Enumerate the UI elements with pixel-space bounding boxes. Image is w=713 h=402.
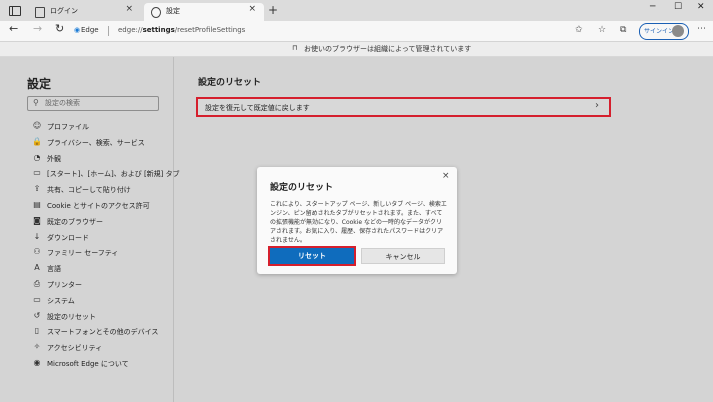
url-path: /resetProfileSettings (174, 26, 246, 34)
close-window-button[interactable]: ✕ (697, 2, 705, 12)
share-icon: ⇪ (33, 184, 41, 194)
tab-login[interactable]: ログイン × (28, 3, 141, 21)
system-icon: ▭ (33, 294, 41, 304)
sidebar-item[interactable]: ↺ 設定のリセット (32, 310, 170, 324)
sidebar-item[interactable]: ▭ システム (32, 294, 170, 308)
sidebar-item[interactable]: ◉ Microsoft Edge について (32, 357, 170, 371)
site-identity-label: Edge (81, 26, 99, 34)
appearance-icon: ◔ (33, 152, 41, 162)
sidebar-item[interactable]: 🔒 プライバシー、検索、サービス (32, 136, 170, 150)
dialog-title: 設定のリセット (270, 183, 334, 193)
phone-icon: ▯ (34, 326, 40, 336)
sidebar-item[interactable]: A 言語 (32, 262, 170, 276)
edge-logo-icon: ◉ (74, 26, 81, 34)
gear-icon (151, 7, 161, 18)
sidebar-item-label: Cookie とサイトのアクセス許可 (47, 202, 150, 210)
address-divider (108, 26, 109, 36)
lock-icon: 🔒 (32, 136, 42, 146)
sidebar-item[interactable]: ✧ アクセシビリティ (32, 341, 170, 355)
dialog-message: これにより、スタートアップ ページ、新しいタブ ページ、検索エンジン、ピン留めさ… (270, 201, 447, 244)
sidebar-item-label: ファミリー セーフティ (47, 249, 119, 258)
managed-notice[interactable]: お使いのブラウザーは組織によって管理されています (304, 44, 471, 54)
sidebar-item-label: 共有、コピーして貼り付け (47, 186, 131, 195)
maximize-button[interactable]: ☐ (674, 2, 682, 12)
forward-button[interactable]: → (33, 22, 42, 35)
sidebar-item-label: プリンター (47, 281, 82, 289)
sidebar-item-label: アクセシビリティ (47, 344, 103, 353)
person-icon: ☺ (32, 121, 42, 130)
section-title: 設定のリセット (198, 78, 262, 88)
family-icon: ⚇ (33, 247, 41, 257)
sidebar-item-label: システム (47, 296, 75, 305)
site-permissions-icon: ▤ (33, 200, 41, 209)
close-icon[interactable]: × (442, 171, 450, 181)
tab-actions-icon[interactable] (9, 6, 21, 16)
sidebar-item[interactable]: ◙ 既定のブラウザー (32, 215, 170, 229)
cancel-button[interactable]: キャンセル (361, 248, 445, 264)
url-scheme: edge:// (118, 26, 143, 34)
sidebar-item[interactable]: ↓ ダウンロード (32, 231, 170, 245)
new-tab-button[interactable]: + (268, 3, 278, 17)
home-tab-icon: ▭ (33, 168, 41, 178)
search-input[interactable] (45, 97, 145, 109)
reset-icon: ↺ (33, 310, 41, 320)
briefcase-icon: ⊓ (292, 44, 298, 52)
signin-label: サインイン (644, 28, 675, 35)
read-aloud-icon[interactable]: ✩ (575, 25, 583, 35)
sidebar-item-label: 外観 (47, 154, 61, 163)
sidebar-item[interactable]: ☺ プロファイル (32, 120, 170, 134)
sidebar-item-label: 言語 (47, 265, 61, 274)
back-button[interactable]: ← (9, 22, 18, 35)
restore-defaults-row[interactable]: 設定を復元して既定値に戻します › (196, 97, 611, 117)
more-menu-icon[interactable]: ⋯ (697, 24, 706, 34)
sidebar-item[interactable]: ▤ Cookie とサイトのアクセス許可 (32, 199, 170, 213)
search-icon: ⚲ (33, 98, 39, 107)
sidebar-item-label: 設定のリセット (47, 312, 96, 321)
sidebar-item-label: プライバシー、検索、サービス (47, 138, 145, 147)
sidebar-item-label: プロファイル (47, 123, 89, 131)
restore-defaults-label: 設定を復元して既定値に戻します (205, 104, 310, 112)
chevron-right-icon: › (595, 100, 599, 111)
sidebar-item-label: ダウンロード (47, 233, 89, 242)
sidebar-item[interactable]: ▭ [スタート]、[ホーム]、および [新規] タブ (32, 167, 179, 181)
avatar[interactable] (672, 25, 684, 37)
accessibility-icon: ✧ (33, 342, 41, 352)
default-browser-icon: ◙ (33, 215, 41, 225)
sidebar-item-label: 既定のブラウザー (47, 217, 103, 226)
sidebar-item[interactable]: ▯ スマートフォンとその他のデバイス (32, 325, 170, 339)
sidebar-item-label: Microsoft Edge について (47, 360, 129, 368)
close-icon[interactable]: × (125, 4, 133, 14)
sidebar-item[interactable]: ⎙ プリンター (32, 278, 170, 292)
tab-settings[interactable]: 設定 × (144, 3, 264, 21)
close-icon[interactable]: × (248, 4, 256, 14)
favorites-icon[interactable]: ☆ (598, 25, 606, 35)
language-icon: A (34, 263, 40, 273)
page-icon (35, 7, 45, 18)
tab-label: 設定 (166, 7, 180, 15)
refresh-button[interactable]: ↻ (55, 22, 64, 35)
sidebar-item-label: スマートフォンとその他のデバイス (47, 328, 159, 337)
printer-icon: ⎙ (33, 279, 41, 288)
minimize-button[interactable]: ─ (650, 2, 655, 12)
sidebar-item-label: [スタート]、[ホーム]、および [新規] タブ (47, 170, 180, 179)
url-text[interactable]: edge://settings/resetProfileSettings (118, 26, 245, 34)
reset-button[interactable]: リセット (268, 246, 356, 266)
tab-label: ログイン (50, 7, 78, 15)
edge-logo-icon: ◉ (33, 358, 41, 367)
collections-icon[interactable]: ⧉ (620, 25, 626, 35)
sidebar-item[interactable]: ⚇ ファミリー セーフティ (32, 246, 170, 260)
page-title: 設定 (27, 77, 52, 91)
download-icon: ↓ (33, 231, 41, 241)
sidebar-item[interactable]: ◔ 外観 (32, 152, 170, 166)
reset-dialog: 設定のリセット × これにより、スタートアップ ページ、新しいタブ ページ、検索… (257, 167, 457, 274)
sidebar-item[interactable]: ⇪ 共有、コピーして貼り付け (32, 183, 170, 197)
url-host: settings (142, 26, 175, 34)
